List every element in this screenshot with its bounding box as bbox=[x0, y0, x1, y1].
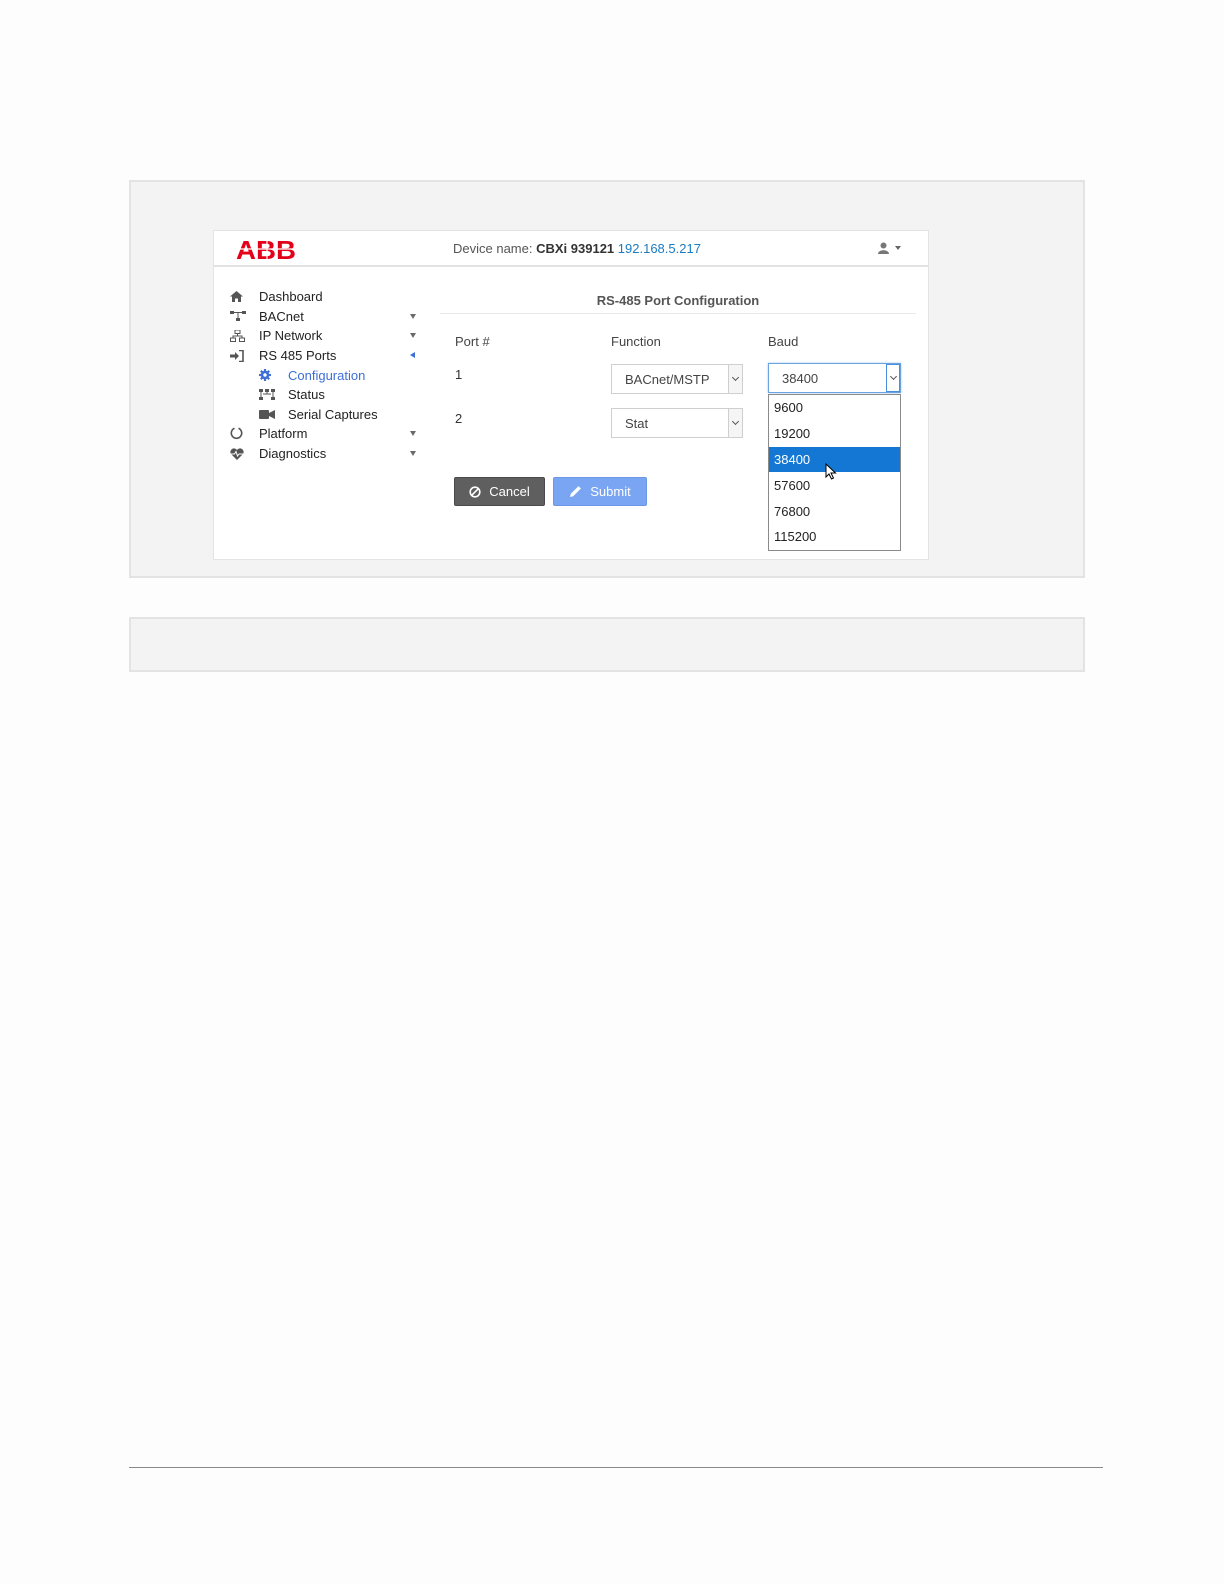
user-icon bbox=[878, 242, 889, 254]
baud-option[interactable]: 9600 bbox=[769, 395, 900, 421]
column-header-port: Port # bbox=[455, 334, 490, 349]
status-nodes-icon bbox=[259, 388, 277, 402]
sidebar-item-diagnostics[interactable]: Diagnostics bbox=[230, 444, 426, 464]
sidebar-item-status[interactable]: Status bbox=[230, 385, 426, 405]
baud-option[interactable]: 76800 bbox=[769, 498, 900, 524]
port-number-2: 2 bbox=[455, 411, 463, 426]
app-window: ABB Device name: CBXi 939121 192.168.5.2… bbox=[213, 230, 929, 560]
device-name-label: Device name: bbox=[453, 241, 533, 256]
network-tree-icon bbox=[230, 309, 248, 323]
cancel-button[interactable]: Cancel bbox=[454, 477, 545, 506]
baud-select-port-1[interactable]: 38400 bbox=[768, 363, 901, 393]
device-info: Device name: CBXi 939121 192.168.5.217 bbox=[453, 241, 701, 256]
baud-option[interactable]: 19200 bbox=[769, 421, 900, 447]
sidebar-item-configuration[interactable]: Configuration bbox=[230, 365, 426, 385]
note-frame bbox=[129, 617, 1085, 672]
sidebar-item-dashboard[interactable]: Dashboard bbox=[230, 287, 426, 307]
sitemap-icon bbox=[230, 329, 248, 343]
column-header-function: Function bbox=[611, 334, 661, 349]
column-header-baud: Baud bbox=[768, 334, 799, 349]
user-menu[interactable] bbox=[878, 239, 912, 257]
device-ip-link[interactable]: 192.168.5.217 bbox=[618, 241, 701, 256]
abb-logo: ABB bbox=[236, 237, 298, 261]
function-select-port-1[interactable]: BACnet/MSTP bbox=[611, 364, 743, 394]
sidebar-item-ip-network[interactable]: IP Network bbox=[230, 326, 426, 346]
sidebar-item-serial-captures[interactable]: Serial Captures bbox=[230, 405, 426, 425]
chevron-down-icon[interactable] bbox=[410, 333, 416, 339]
chevron-down-icon[interactable] bbox=[728, 409, 742, 437]
sidebar-item-bacnet[interactable]: BACnet bbox=[230, 307, 426, 327]
port-number-1: 1 bbox=[455, 367, 463, 382]
chevron-down-icon[interactable] bbox=[410, 313, 416, 319]
circle-notch-icon bbox=[230, 427, 248, 441]
page-title: RS-485 Port Configuration bbox=[596, 293, 760, 308]
footer-rule bbox=[129, 1467, 1103, 1468]
ban-icon bbox=[469, 485, 481, 498]
gear-icon bbox=[259, 368, 277, 382]
caret-down-icon bbox=[895, 246, 901, 250]
sidebar-item-rs485-ports[interactable]: RS 485 Ports bbox=[230, 346, 426, 366]
top-bar: ABB Device name: CBXi 939121 192.168.5.2… bbox=[214, 231, 928, 267]
sidebar: Dashboard BACnet IP Network RS 485 Ports bbox=[230, 287, 426, 463]
mouse-cursor-icon bbox=[825, 463, 837, 480]
baud-option[interactable]: 115200 bbox=[769, 524, 900, 550]
sign-in-icon bbox=[230, 349, 248, 363]
heartbeat-icon bbox=[230, 447, 248, 461]
pencil-icon bbox=[570, 486, 582, 497]
home-icon bbox=[230, 290, 248, 304]
sidebar-item-platform[interactable]: Platform bbox=[230, 424, 426, 444]
video-camera-icon bbox=[259, 407, 277, 421]
chevron-down-icon[interactable] bbox=[886, 364, 900, 392]
title-divider bbox=[440, 313, 916, 314]
submit-button[interactable]: Submit bbox=[553, 477, 647, 506]
chevron-left-icon[interactable] bbox=[410, 351, 415, 358]
function-select-port-2[interactable]: Stat bbox=[611, 408, 743, 438]
chevron-down-icon[interactable] bbox=[410, 450, 416, 456]
chevron-down-icon[interactable] bbox=[410, 431, 416, 437]
chevron-down-icon[interactable] bbox=[728, 365, 742, 393]
device-name: CBXi 939121 bbox=[536, 241, 615, 256]
